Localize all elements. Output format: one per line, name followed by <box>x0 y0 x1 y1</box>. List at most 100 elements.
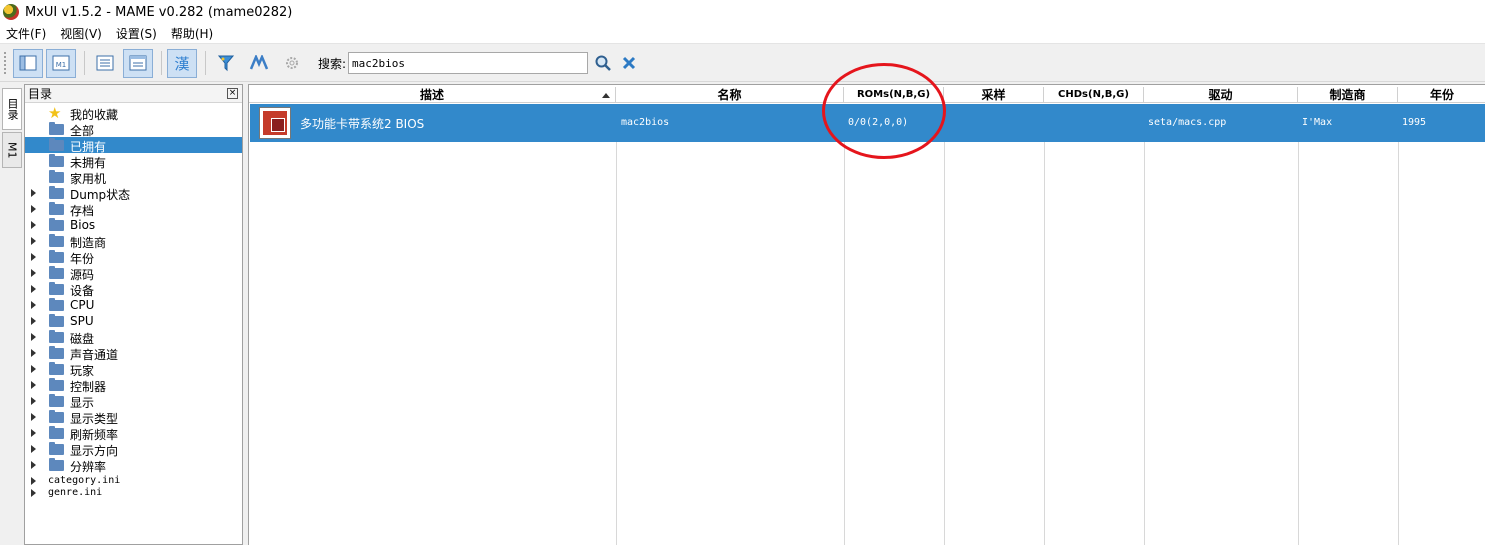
svg-text:漢: 漢 <box>174 55 189 72</box>
filter-funnel-icon <box>217 55 235 72</box>
close-panel-icon[interactable]: × <box>227 88 238 99</box>
expand-arrow-icon[interactable] <box>31 333 36 341</box>
tree-item[interactable]: category.ini <box>25 473 242 486</box>
tree-item[interactable]: 家用机 <box>25 169 242 186</box>
expand-arrow-icon[interactable] <box>31 489 36 497</box>
tree-item[interactable]: 源码 <box>25 265 242 282</box>
menu-bar: 文件(F) 视图(V) 设置(S) 帮助(H) <box>0 24 1485 44</box>
clear-search-button[interactable] <box>618 52 640 74</box>
menu-settings[interactable]: 设置(S) <box>116 25 157 42</box>
menu-view[interactable]: 视图(V) <box>60 25 102 42</box>
search-label: 搜索: <box>318 56 347 71</box>
details-view-button[interactable] <box>123 48 153 78</box>
menu-help[interactable]: 帮助(H) <box>171 25 213 42</box>
folder-tree: ★ 我的收藏 全部 已拥有 未拥有 家用机 Dump状态 存档 Bios 制造商 年份 源码 设备 CPU… <box>25 103 242 498</box>
tree-item[interactable]: 年份 <box>25 249 242 266</box>
column-header-name[interactable]: 名称 <box>616 87 844 103</box>
folder-icon <box>49 266 64 279</box>
tree-item[interactable]: SPU <box>25 313 242 329</box>
column-header-label: 制造商 <box>1329 88 1366 102</box>
tree-item[interactable]: ★ 我的收藏 <box>25 105 242 122</box>
tree-item[interactable]: CPU <box>25 297 242 313</box>
column-divider <box>944 121 945 545</box>
expand-arrow-icon[interactable] <box>31 317 36 325</box>
folder-icon <box>49 154 64 167</box>
tree-item[interactable]: Dump状态 <box>25 185 242 202</box>
column-header-label: CHDs(N,B,G) <box>1058 89 1129 100</box>
toolbar-grip[interactable] <box>4 52 7 74</box>
folder-icon <box>49 410 64 423</box>
expand-arrow-icon[interactable] <box>31 205 36 213</box>
expand-arrow-icon[interactable] <box>31 429 36 437</box>
column-header-chds[interactable]: CHDs(N,B,G) <box>1044 87 1144 103</box>
expand-arrow-icon[interactable] <box>31 445 36 453</box>
search-input[interactable] <box>348 52 589 74</box>
list-view-button[interactable] <box>90 49 120 78</box>
tree-item[interactable]: 声音通道 <box>25 345 242 362</box>
tab-m1[interactable]: M1 <box>2 132 22 168</box>
tree-item[interactable]: 显示类型 <box>25 409 242 426</box>
expand-arrow-icon[interactable] <box>31 397 36 405</box>
title-bar: MxUI v1.5.2 - MAME v0.282 (mame0282) <box>0 0 1485 24</box>
tree-item[interactable]: Bios <box>25 217 242 233</box>
details-view-icon <box>129 55 147 71</box>
expand-arrow-icon[interactable] <box>31 413 36 421</box>
folder-icon <box>49 346 64 359</box>
column-divider <box>616 121 617 545</box>
game-thumbnail-icon <box>259 107 291 139</box>
tree-item[interactable]: 全部 <box>25 121 242 138</box>
tree-item[interactable]: 已拥有 <box>25 137 242 154</box>
column-header-driver[interactable]: 驱动 <box>1144 87 1298 103</box>
expand-arrow-icon[interactable] <box>31 477 36 485</box>
folder-icon <box>49 186 64 199</box>
expand-arrow-icon[interactable] <box>31 253 36 261</box>
column-divider <box>1298 121 1299 545</box>
close-x-icon <box>622 56 636 70</box>
folder-icon <box>49 218 64 231</box>
search-button[interactable] <box>592 52 614 74</box>
m1-icon: M1 <box>52 55 70 71</box>
tree-item[interactable]: 未拥有 <box>25 153 242 170</box>
expand-arrow-icon[interactable] <box>31 221 36 229</box>
expand-arrow-icon[interactable] <box>31 285 36 293</box>
expand-arrow-icon[interactable] <box>31 189 36 197</box>
menu-file[interactable]: 文件(F) <box>6 25 46 42</box>
column-header-samples[interactable]: 采样 <box>944 87 1044 103</box>
settings-gear-button[interactable] <box>277 49 307 78</box>
chinese-names-button[interactable]: 漢 <box>167 48 197 78</box>
expand-arrow-icon[interactable] <box>31 301 36 309</box>
expand-arrow-icon[interactable] <box>31 349 36 357</box>
toggle-m1-button[interactable]: M1 <box>46 48 76 78</box>
tree-item[interactable]: 刷新频率 <box>25 425 242 442</box>
expand-arrow-icon[interactable] <box>31 365 36 373</box>
tree-item[interactable]: 存档 <box>25 201 242 218</box>
tree-item[interactable]: 显示 <box>25 393 242 410</box>
column-header-year[interactable]: 年份 <box>1398 87 1485 103</box>
tree-item[interactable]: 磁盘 <box>25 329 242 346</box>
tree-item[interactable]: 显示方向 <box>25 441 242 458</box>
expand-arrow-icon[interactable] <box>31 269 36 277</box>
tree-item[interactable]: 分辨率 <box>25 457 242 474</box>
expand-arrow-icon[interactable] <box>31 461 36 469</box>
tree-item[interactable]: 玩家 <box>25 361 242 378</box>
folder-icon <box>49 426 64 439</box>
mame-logo-button[interactable] <box>244 49 274 78</box>
tree-item[interactable]: 设备 <box>25 281 242 298</box>
tree-item[interactable]: genre.ini <box>25 485 242 498</box>
expand-arrow-icon[interactable] <box>31 237 36 245</box>
cell-year: 1995 <box>1402 117 1427 128</box>
column-divider <box>1398 121 1399 545</box>
column-header-label: 采样 <box>981 88 1006 102</box>
tree-item[interactable]: 制造商 <box>25 233 242 250</box>
toggle-folder-panel-button[interactable] <box>13 48 43 78</box>
tab-directory[interactable]: 目录 <box>2 88 22 130</box>
column-header-manufacturer[interactable]: 制造商 <box>1298 87 1398 103</box>
filter-button[interactable] <box>211 49 241 78</box>
column-header-description[interactable]: 描述 <box>249 87 616 103</box>
tree-item[interactable]: 控制器 <box>25 377 242 394</box>
cell-driver: seta/macs.cpp <box>1148 117 1227 128</box>
column-divider <box>1044 121 1045 545</box>
toolbar-separator <box>161 51 162 75</box>
expand-arrow-icon[interactable] <box>31 381 36 389</box>
toolbar-separator <box>205 51 206 75</box>
